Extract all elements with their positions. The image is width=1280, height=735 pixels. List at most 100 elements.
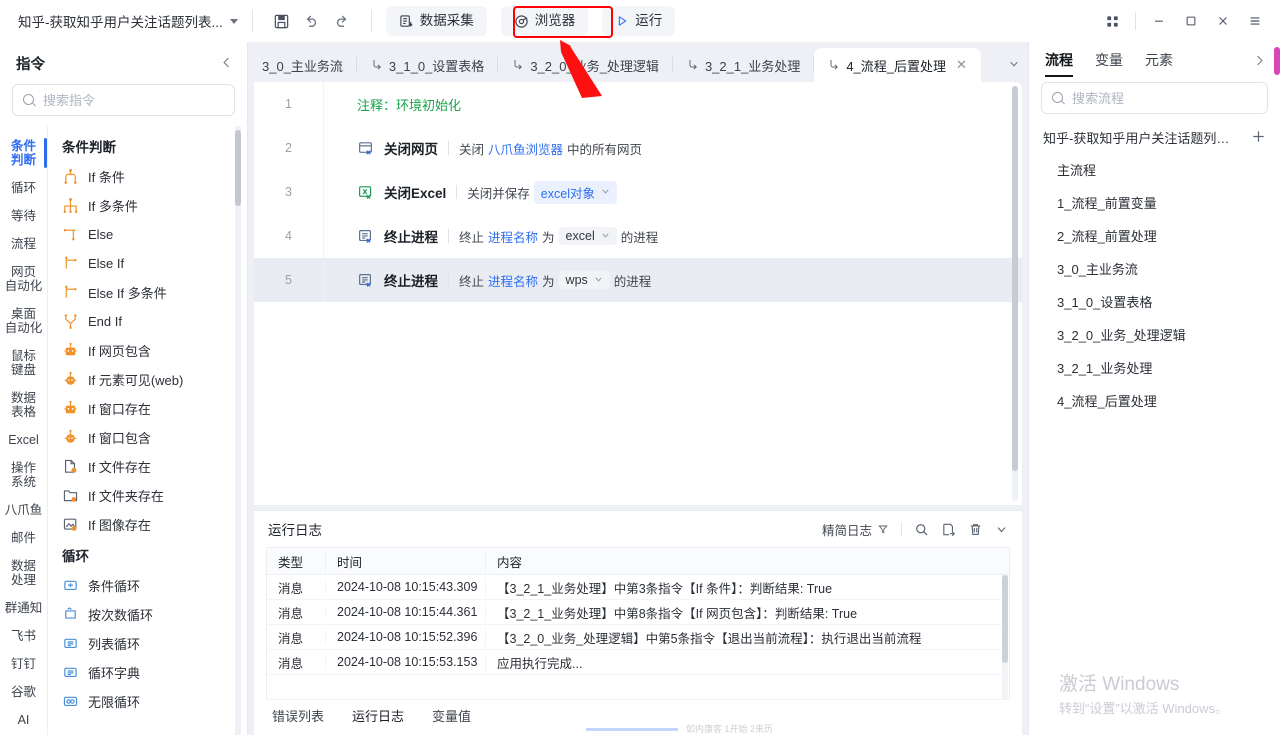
command-category-0[interactable]: 条件 判断 (0, 132, 47, 174)
redo-button[interactable] (327, 7, 357, 35)
flow-list-item-7[interactable]: 4_流程_后置处理 (1029, 384, 1280, 417)
command-item-0-0[interactable]: If 条件 (62, 162, 247, 191)
command-item-0-2[interactable]: Else (62, 220, 247, 249)
flow-list-item-2[interactable]: 2_流程_前置处理 (1029, 219, 1280, 252)
command-item-1-1[interactable]: 按次数循环 (62, 600, 247, 629)
expand-flows-panel-button[interactable] (1253, 54, 1266, 70)
command-category-4[interactable]: 网页 自动化 (0, 258, 47, 300)
command-category-17[interactable]: AI (0, 706, 47, 734)
command-category-8[interactable]: Excel (0, 426, 47, 454)
command-item-0-1[interactable]: If 多条件 (62, 191, 247, 220)
flow-list-item-3[interactable]: 3_0_主业务流 (1029, 252, 1280, 285)
editor-step-row-4[interactable]: 5 终止进程 终止 进程名称为 wps 的进程 (254, 258, 1022, 302)
log-search-button[interactable] (914, 522, 929, 537)
command-item-0-3[interactable]: Else If (62, 249, 247, 278)
flow-list-item-4[interactable]: 3_1_0_设置表格 (1029, 285, 1280, 318)
save-button[interactable] (267, 7, 297, 35)
step-param-chip[interactable]: wps (558, 271, 610, 289)
commands-search-box[interactable] (12, 84, 235, 116)
command-category-13[interactable]: 群通知 (0, 594, 47, 622)
minimize-button[interactable] (1144, 7, 1174, 35)
menu-button[interactable] (1240, 7, 1270, 35)
log-clear-button[interactable] (968, 522, 983, 537)
command-item-0-5[interactable]: End If (62, 307, 247, 336)
command-item-0-4[interactable]: Else If 多条件 (62, 278, 247, 307)
command-category-2[interactable]: 等待 (0, 202, 47, 230)
log-bottom-tab-0[interactable]: 错误列表 (272, 706, 324, 725)
command-category-9[interactable]: 操作 系统 (0, 454, 47, 496)
flows-panel-tab-1[interactable]: 变量 (1095, 50, 1123, 74)
command-item-0-9[interactable]: If 窗口包含 (62, 423, 247, 452)
command-item-1-3[interactable]: 循环字典 (62, 658, 247, 687)
log-more-button[interactable] (995, 523, 1008, 536)
editor-step-row-1[interactable]: 2 关闭网页 关闭 八爪鱼浏览器 中的所有网页 (254, 126, 1022, 170)
flow-tab-close-icon[interactable]: ✕ (956, 57, 967, 73)
data-collection-button[interactable]: 数据采集 (385, 6, 487, 36)
command-item-1-2[interactable]: 列表循环 (62, 629, 247, 658)
undo-button[interactable] (297, 7, 327, 35)
command-category-7[interactable]: 数据 表格 (0, 384, 47, 426)
command-item-0-8[interactable]: If 窗口存在 (62, 394, 247, 423)
run-button[interactable]: 运行 (602, 6, 676, 36)
editor-scrollbar-thumb[interactable] (1012, 86, 1018, 471)
command-category-14[interactable]: 飞书 (0, 622, 47, 650)
commands-scrollbar-thumb[interactable] (235, 130, 241, 206)
flow-list-item-1[interactable]: 1_流程_前置变量 (1029, 186, 1280, 219)
step-param-chip[interactable]: excel (558, 227, 617, 245)
window-edge-scrollbar-thumb[interactable] (1274, 47, 1280, 75)
flows-panel-tab-2[interactable]: 元素 (1145, 50, 1173, 74)
log-filter-button[interactable]: 精简日志 (822, 520, 889, 539)
flow-list-item-0[interactable]: 主流程 (1029, 153, 1280, 186)
command-category-15[interactable]: 钉钉 (0, 650, 47, 678)
editor-step-row-0[interactable]: 1 注释：环境初始化 (254, 82, 1022, 126)
browser-button[interactable]: 浏览器 (500, 6, 589, 36)
close-button[interactable] (1208, 7, 1238, 35)
command-category-3[interactable]: 流程 (0, 230, 47, 258)
step-link-text[interactable]: 进程名称 (488, 271, 538, 290)
flow-tab-4[interactable]: 4_流程_后置处理 ✕ (814, 48, 981, 82)
command-category-10[interactable]: 八爪鱼 (0, 496, 47, 524)
flow-tab-0[interactable]: 3_0_主业务流 (248, 48, 357, 82)
command-item-0-7[interactable]: If 元素可见(web) (62, 365, 247, 394)
flow-tab-3[interactable]: 3_2_1_业务处理 (673, 48, 815, 82)
editor-scrollbar[interactable] (1012, 86, 1018, 501)
commands-search-input[interactable] (43, 92, 224, 108)
command-item-0-12[interactable]: If 图像存在 (62, 510, 247, 539)
command-item-1-4[interactable]: 无限循环 (62, 687, 247, 716)
command-item-0-11[interactable]: If 文件夹存在 (62, 481, 247, 510)
log-table-scrollbar[interactable] (1002, 575, 1008, 700)
command-category-6[interactable]: 鼠标 键盘 (0, 342, 47, 384)
add-flow-button[interactable] (1251, 129, 1266, 147)
log-bottom-tab-2[interactable]: 变量值 (432, 706, 471, 725)
flow-list-item-5[interactable]: 3_2_0_业务_处理逻辑 (1029, 318, 1280, 351)
command-item-0-6[interactable]: If 网页包含 (62, 336, 247, 365)
flows-search-input[interactable] (1072, 90, 1257, 106)
command-category-1[interactable]: 循环 (0, 174, 47, 202)
log-table-row[interactable]: 消息 2024-10-08 10:15:44.361 【3_2_1_业务处理】中第8… (267, 600, 1009, 625)
log-table-row[interactable]: 消息 2024-10-08 10:15:43.309 【3_2_1_业务处理】中第3… (267, 575, 1009, 600)
flows-search-box[interactable] (1041, 82, 1268, 114)
flow-tab-2[interactable]: 3_2_0_业务_处理逻辑 (498, 48, 673, 82)
document-title-dropdown-icon[interactable] (229, 18, 238, 24)
flow-tab-1[interactable]: 3_1_0_设置表格 (357, 48, 499, 82)
command-category-16[interactable]: 谷歌 (0, 678, 47, 706)
commands-scrollbar[interactable] (235, 126, 241, 735)
command-item-0-10[interactable]: If 文件存在 (62, 452, 247, 481)
step-link-text[interactable]: 八爪鱼浏览器 (488, 139, 563, 158)
log-export-button[interactable] (941, 522, 956, 537)
tabs-overflow-button[interactable] (1008, 58, 1020, 73)
command-category-5[interactable]: 桌面 自动化 (0, 300, 47, 342)
apps-grid-button[interactable] (1097, 7, 1127, 35)
command-item-1-0[interactable]: 条件循环 (62, 571, 247, 600)
editor-step-row-3[interactable]: 4 终止进程 终止 进程名称为 excel 的进程 (254, 214, 1022, 258)
step-link-text[interactable]: 进程名称 (488, 227, 538, 246)
editor-step-row-2[interactable]: 3 关闭Excel 关闭并保存 excel对象 (254, 170, 1022, 214)
flow-list-item-6[interactable]: 3_2_1_业务处理 (1029, 351, 1280, 384)
log-table-row[interactable]: 消息 2024-10-08 10:15:52.396 【3_2_0_业务_处理逻辑】… (267, 625, 1009, 650)
maximize-button[interactable] (1176, 7, 1206, 35)
command-category-11[interactable]: 邮件 (0, 524, 47, 552)
step-param-chip[interactable]: excel对象 (533, 180, 617, 204)
log-bottom-tab-1[interactable]: 运行日志 (352, 706, 404, 725)
flows-panel-tab-0[interactable]: 流程 (1045, 50, 1073, 77)
command-category-12[interactable]: 数据 处理 (0, 552, 47, 594)
